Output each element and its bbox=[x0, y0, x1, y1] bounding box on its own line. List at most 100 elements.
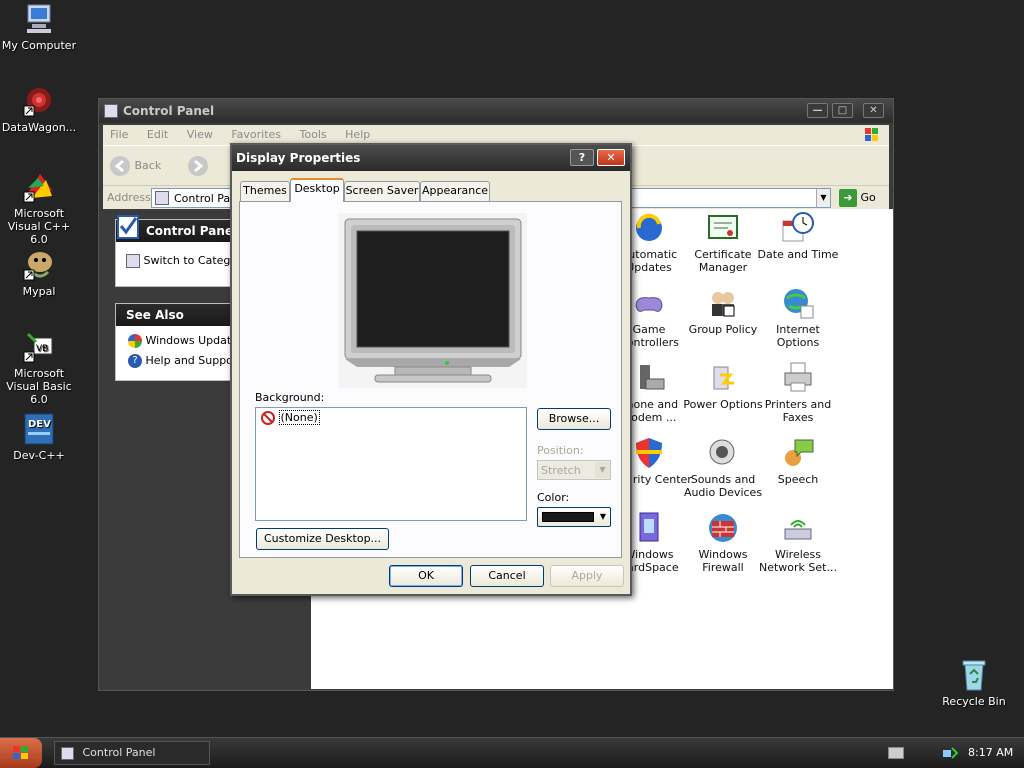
apply-button[interactable]: Apply bbox=[550, 565, 624, 587]
background-item-none: (None) bbox=[278, 410, 320, 425]
keyboard-icon[interactable] bbox=[888, 747, 904, 759]
tab-screen-saver[interactable]: Screen Saver bbox=[344, 181, 420, 201]
cp-item-speech[interactable]: Speech bbox=[754, 436, 842, 486]
control-panel-titlebar[interactable]: Control Panel — □ ✕ bbox=[99, 99, 893, 123]
speech-icon bbox=[781, 436, 815, 470]
menu-help[interactable]: Help bbox=[345, 128, 370, 141]
wireless-icon bbox=[781, 511, 815, 545]
clock[interactable]: 8:17 AM bbox=[968, 746, 1013, 759]
cardspace-icon bbox=[632, 511, 666, 545]
back-button[interactable]: Back bbox=[109, 155, 179, 177]
windows-logo-icon bbox=[857, 126, 885, 144]
firewall-icon bbox=[706, 511, 740, 545]
tab-desktop[interactable]: Desktop bbox=[290, 178, 344, 202]
cp-item-wireless-network[interactable]: Wireless Network Set... bbox=[754, 511, 842, 574]
mypal-icon bbox=[22, 248, 56, 282]
cancel-button[interactable]: Cancel bbox=[470, 565, 544, 587]
color-dropdown-icon: ▼ bbox=[599, 512, 607, 521]
switch-view-icon bbox=[126, 254, 140, 268]
menu-edit[interactable]: Edit bbox=[147, 128, 168, 141]
menu-favorites[interactable]: Favorites bbox=[231, 128, 281, 141]
svg-text:DEV: DEV bbox=[28, 419, 51, 430]
automatic-updates-icon bbox=[632, 211, 666, 245]
forward-button[interactable] bbox=[187, 155, 209, 177]
ok-button[interactable]: OK bbox=[389, 565, 463, 587]
cp-item-label: Date and Time bbox=[757, 248, 839, 261]
menu-bar: File Edit View Favorites Tools Help bbox=[103, 125, 889, 145]
cp-item-label: Speech bbox=[777, 473, 819, 486]
start-button[interactable] bbox=[0, 738, 42, 768]
position-value: Stretch bbox=[541, 464, 581, 477]
computer-icon bbox=[22, 2, 56, 36]
desktop-icon-label: My Computer bbox=[1, 39, 77, 52]
desktop-icon-visual-basic[interactable]: VB Microsoft Visual Basic 6.0 bbox=[0, 330, 78, 406]
color-swatch bbox=[542, 512, 594, 522]
see-also-windows-update[interactable]: Windows Update bbox=[128, 334, 238, 348]
svg-text:VB: VB bbox=[36, 344, 48, 354]
cp-item-label: Printers and Faxes bbox=[764, 398, 832, 424]
background-list[interactable]: (None) bbox=[255, 407, 527, 521]
phone-modem-icon bbox=[632, 361, 666, 395]
address-dropdown-button[interactable]: ▼ bbox=[816, 189, 830, 207]
control-panel-title: Control Panel bbox=[123, 104, 215, 118]
go-button[interactable]: ➜ Go bbox=[839, 188, 883, 208]
desktop-icon-my-computer[interactable]: My Computer bbox=[0, 2, 78, 52]
back-label: Back bbox=[134, 159, 162, 172]
see-also-title: See Also bbox=[126, 308, 184, 322]
menu-file[interactable]: File bbox=[110, 128, 128, 141]
desktop-icon-datawagon[interactable]: DataWagon... bbox=[0, 84, 78, 134]
certificate-icon bbox=[706, 211, 740, 245]
menu-view[interactable]: View bbox=[187, 128, 213, 141]
devcpp-icon: DEV bbox=[22, 412, 56, 446]
control-panel-task-icon bbox=[61, 746, 74, 760]
customize-desktop-button[interactable]: Customize Desktop... bbox=[256, 528, 389, 550]
position-select[interactable]: Stretch ▼ bbox=[537, 460, 611, 480]
desktop-icon-visual-cpp[interactable]: Microsoft Visual C++ 6.0 bbox=[0, 170, 78, 246]
minimize-button[interactable]: — bbox=[807, 103, 828, 118]
windows-logo-icon bbox=[13, 746, 28, 759]
address-label: Address bbox=[107, 191, 151, 204]
dialog-titlebar[interactable]: Display Properties ? ✕ bbox=[232, 145, 630, 171]
power-icon bbox=[706, 361, 740, 395]
tab-themes[interactable]: Themes bbox=[240, 181, 290, 201]
datawagon-icon bbox=[22, 84, 56, 118]
monitor-preview bbox=[339, 213, 527, 388]
browse-button[interactable]: Browse... bbox=[537, 408, 611, 430]
go-arrow-icon: ➜ bbox=[839, 189, 857, 207]
close-button[interactable]: ✕ bbox=[863, 103, 884, 118]
cp-item-printers-faxes[interactable]: Printers and Faxes bbox=[754, 361, 842, 424]
menu-tools[interactable]: Tools bbox=[300, 128, 327, 141]
maximize-button[interactable]: □ bbox=[832, 103, 853, 118]
desktop-icon-label: Microsoft Visual Basic 6.0 bbox=[6, 367, 72, 406]
visual-cpp-icon bbox=[22, 170, 56, 204]
help-button[interactable]: ? bbox=[570, 149, 594, 166]
forward-arrow-icon bbox=[188, 156, 208, 176]
background-list-item[interactable]: (None) bbox=[261, 410, 320, 425]
group-policy-icon bbox=[706, 286, 740, 320]
control-panel-box-title: Control Panel bbox=[146, 224, 238, 238]
desktop-icon-label: Recycle Bin bbox=[942, 695, 1006, 708]
desktop-icon-devcpp[interactable]: DEV Dev-C++ bbox=[0, 412, 78, 462]
globe-icon bbox=[781, 286, 815, 320]
network-tray-icon[interactable] bbox=[942, 746, 959, 760]
speaker-icon bbox=[706, 436, 740, 470]
color-picker-button[interactable]: ▼ bbox=[537, 507, 611, 527]
desktop-tab-page: Background: (None) Browse... Position: S… bbox=[239, 201, 622, 558]
desktop-icon-label: Dev-C++ bbox=[13, 449, 65, 462]
color-label: Color: bbox=[537, 491, 570, 504]
tab-appearance[interactable]: Appearance bbox=[420, 181, 490, 201]
control-panel-checklist-icon bbox=[116, 214, 140, 240]
background-label: Background: bbox=[255, 391, 325, 404]
desktop-icon-mypal[interactable]: Mypal bbox=[0, 248, 78, 298]
taskbar-button-control-panel[interactable]: Control Panel bbox=[54, 741, 210, 765]
help-support-label: Help and Support bbox=[145, 354, 242, 367]
clock-calendar-icon bbox=[781, 211, 815, 245]
dialog-close-button[interactable]: ✕ bbox=[597, 149, 625, 166]
cp-item-date-time[interactable]: Date and Time bbox=[754, 211, 842, 261]
cp-item-internet-options[interactable]: Internet Options bbox=[754, 286, 842, 349]
go-label: Go bbox=[860, 191, 876, 204]
desktop-icon-recycle-bin[interactable]: Recycle Bin bbox=[935, 658, 1013, 708]
help-icon: ? bbox=[128, 354, 142, 368]
see-also-help-support[interactable]: ? Help and Support bbox=[128, 354, 242, 368]
position-label: Position: bbox=[537, 444, 584, 457]
